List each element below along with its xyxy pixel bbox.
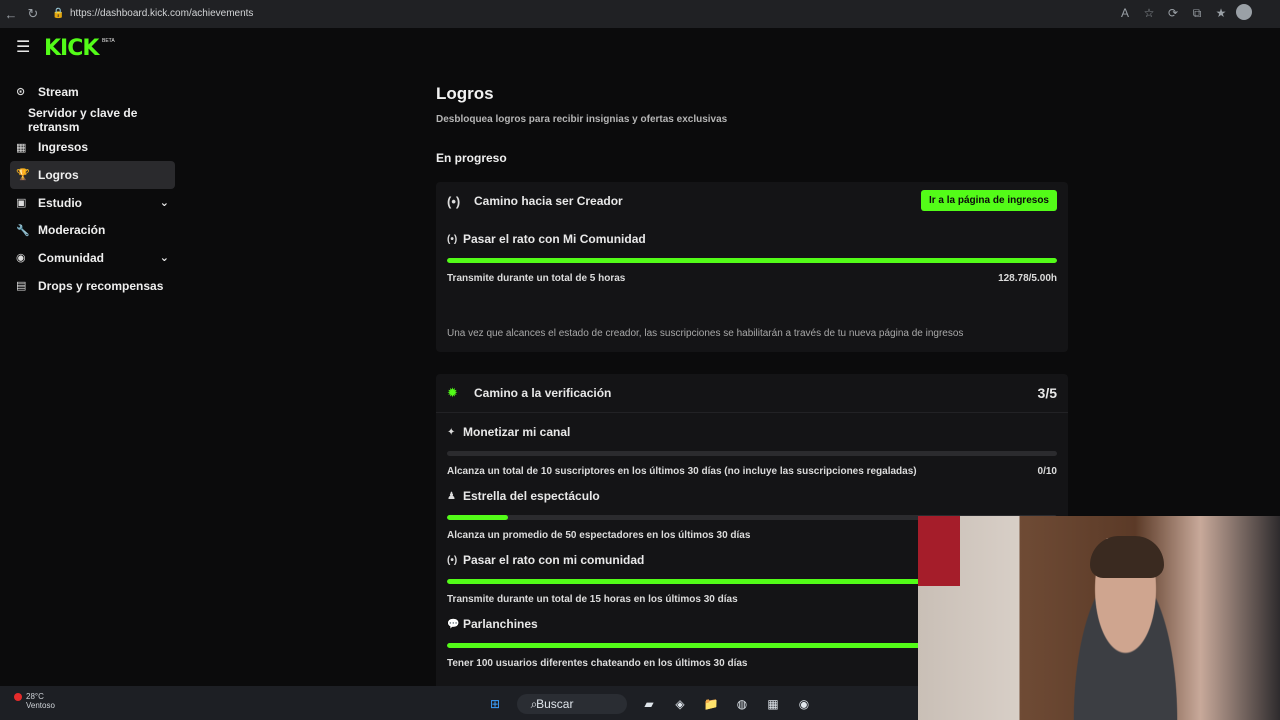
back-icon[interactable]: ← bbox=[0, 3, 22, 25]
trophy-icon: 🏆 bbox=[16, 169, 30, 182]
chevron-down-icon: ⌄ bbox=[159, 197, 169, 210]
chart-icon: ▦ bbox=[16, 141, 27, 154]
site-info-icon[interactable]: 🔒 bbox=[52, 8, 70, 19]
weather-widget[interactable]: 28°C Ventoso bbox=[14, 692, 55, 710]
favorites-icon[interactable]: ★ bbox=[1212, 4, 1230, 22]
sidebar-item-logros[interactable]: 🏆 Logros bbox=[10, 161, 175, 189]
profile-avatar[interactable] bbox=[1236, 4, 1252, 20]
page-subtitle: Desbloquea logros para recibir insignias… bbox=[436, 114, 728, 125]
url-text: https://dashboard.kick.com/achievements bbox=[70, 8, 254, 19]
achievement-task: (•) Pasar el rato con Mi Comunidad Transm… bbox=[447, 232, 1057, 284]
broadcast-icon: ⊙ bbox=[16, 86, 26, 99]
sidebar-item-comunidad[interactable]: ◉ Comunidad ⌄ bbox=[10, 244, 175, 272]
dashboard-sidebar: ⊙ Stream Servidor y clave de retransm ▦ In… bbox=[10, 78, 175, 300]
webcam-overlay bbox=[918, 516, 1280, 720]
windows-start-icon[interactable]: ⊞ bbox=[486, 695, 504, 713]
chat-icon: 💬 bbox=[447, 618, 460, 630]
store-icon[interactable]: ▦ bbox=[764, 695, 782, 713]
sidebar-item-drops[interactable]: ▤ Drops y recompensas bbox=[10, 272, 175, 300]
achievement-task: ✦ Monetizar mi canal Alcanza un total de … bbox=[447, 425, 1057, 477]
creator-note: Una vez que alcances el estado de creado… bbox=[447, 328, 964, 339]
reload-icon[interactable]: ↻ bbox=[22, 3, 44, 25]
broadcast-icon: (•) bbox=[447, 233, 458, 245]
sidebar-item-moderacion[interactable]: 🔧 Moderación bbox=[10, 216, 175, 244]
menu-icon[interactable]: ☰ bbox=[16, 40, 34, 56]
wrench-icon: 🔧 bbox=[16, 224, 30, 237]
gift-icon: ▤ bbox=[16, 280, 27, 293]
progress-bar bbox=[447, 258, 1057, 263]
refresh-extension-icon[interactable]: ⟳ bbox=[1164, 4, 1182, 22]
progress-bar bbox=[447, 451, 1057, 456]
sidebar-item-ingresos[interactable]: ▦ Ingresos bbox=[10, 133, 175, 161]
users-icon: ♟ bbox=[447, 490, 456, 502]
taskbar-search[interactable]: ⌕ Buscar bbox=[517, 694, 627, 714]
app-header: ☰ KICK BETA bbox=[0, 28, 1280, 70]
community-icon: ◉ bbox=[16, 252, 26, 265]
verified-badge-icon: ✹ bbox=[447, 385, 458, 400]
folder-icon[interactable]: 📁 bbox=[702, 695, 720, 713]
address-bar[interactable]: 🔒 https://dashboard.kick.com/achievement… bbox=[52, 3, 1152, 24]
streamer-hair bbox=[1090, 536, 1164, 578]
broadcast-icon: (•) bbox=[447, 193, 461, 209]
chevron-down-icon: ⌄ bbox=[159, 252, 169, 265]
kick-logo[interactable]: KICK bbox=[44, 36, 99, 61]
card-title: Camino a la verificación bbox=[474, 386, 612, 400]
card-title: Camino hacia ser Creador bbox=[474, 194, 623, 208]
sidebar-item-stream[interactable]: ⊙ Stream bbox=[10, 78, 175, 106]
read-aloud-icon[interactable]: A bbox=[1116, 4, 1134, 22]
edge-icon[interactable]: ◍ bbox=[733, 695, 751, 713]
sidebar-item-server-key[interactable]: Servidor y clave de retransm bbox=[10, 106, 175, 134]
browser-toolbar: ← ↻ 🔒 https://dashboard.kick.com/achieve… bbox=[0, 0, 1280, 28]
broadcast-icon: (•) bbox=[447, 554, 458, 566]
weather-alert-icon bbox=[14, 692, 22, 701]
file-explorer-icon[interactable]: ▰ bbox=[640, 695, 658, 713]
revenue-page-button[interactable]: Ir a la página de ingresos bbox=[920, 190, 1057, 211]
beta-label: BETA bbox=[102, 38, 115, 44]
page-title: Logros bbox=[436, 84, 494, 103]
creator-path-card: (•) Camino hacia ser Creador Ir a la pág… bbox=[436, 182, 1068, 352]
verification-count: 3/5 bbox=[1037, 385, 1057, 401]
studio-icon: ▣ bbox=[16, 197, 27, 210]
sparkle-icon: ✦ bbox=[447, 426, 456, 438]
extensions-icon[interactable]: ⧉ bbox=[1188, 4, 1206, 22]
in-progress-heading: En progreso bbox=[436, 151, 507, 165]
jersey bbox=[918, 516, 960, 586]
sidebar-item-estudio[interactable]: ▣ Estudio ⌄ bbox=[10, 189, 175, 217]
obs-icon[interactable]: ◉ bbox=[795, 695, 813, 713]
app-icon[interactable]: ◈ bbox=[671, 695, 689, 713]
favorite-star-icon[interactable]: ☆ bbox=[1140, 4, 1158, 22]
